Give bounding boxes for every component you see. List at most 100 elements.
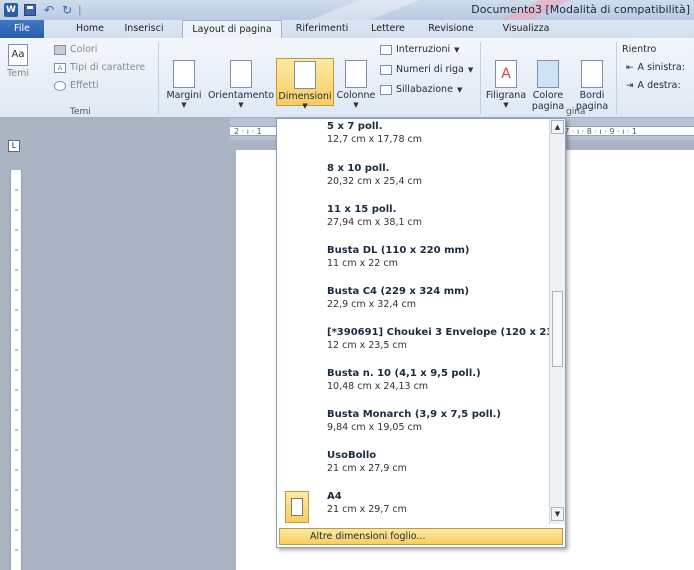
bordi-pagina-button[interactable]: Bordi pagina (574, 60, 610, 112)
indent-left-icon: ⇤ (626, 62, 634, 73)
breaks-icon (380, 44, 392, 55)
page-size-dimensions: 10,48 cm x 24,13 cm (327, 381, 429, 392)
page-size-item[interactable]: [*390691] Choukei 3 Envelope (120 x 235 … (277, 323, 549, 364)
page-size-item[interactable]: Busta C4 (229 x 324 mm) 22,9 cm x 32,4 c… (277, 282, 549, 323)
colori-button[interactable]: Colori (54, 44, 97, 55)
page-size-dimensions: 27,94 cm x 38,1 cm (327, 217, 423, 228)
chevron-down-icon: ▼ (456, 85, 463, 94)
margini-button[interactable]: Margini ▼ (164, 60, 204, 109)
tab-inserisci[interactable]: Inserisci (118, 20, 170, 38)
tab-stop-selector[interactable]: L (8, 140, 20, 152)
undo-icon[interactable]: ↶ (44, 3, 54, 17)
orientation-icon (230, 60, 252, 88)
a-destra-label: A destra: (637, 80, 681, 91)
effetti-button[interactable]: Effetti (54, 80, 98, 91)
hyphenation-icon (380, 84, 392, 95)
chevron-down-icon: ▼ (302, 102, 308, 110)
page-size-item[interactable]: UsoBollo 21 cm x 27,9 cm (277, 446, 549, 487)
menu-scrollbar[interactable]: ▲ ▼ (549, 119, 565, 524)
page-size-item[interactable]: 8 x 10 poll. 20,32 cm x 25,4 cm (277, 159, 549, 200)
interruzioni-button[interactable]: Interruzioni ▼ (380, 44, 460, 55)
save-icon[interactable] (24, 4, 36, 16)
chevron-down-icon: ▼ (181, 101, 187, 109)
page-size-item[interactable]: 11 x 15 poll. 27,94 cm x 38,1 cm (277, 200, 549, 241)
vertical-ruler[interactable] (10, 170, 22, 570)
temi-button[interactable]: Aa Temi (4, 44, 32, 79)
page-size-icon (294, 61, 316, 89)
chevron-down-icon: ▼ (454, 45, 460, 54)
group-divider (616, 42, 617, 114)
page-size-dimensions: 12,7 cm x 17,78 cm (327, 134, 423, 145)
effetti-label: Effetti (70, 80, 99, 91)
indent-right-icon: ⇥ (626, 80, 634, 91)
tab-layout-di-pagina[interactable]: Layout di pagina (182, 20, 282, 39)
page-size-title: [*390691] Choukei 3 Envelope (120 x 235 … (327, 327, 549, 338)
sillabazione-label: Sillabazione (396, 84, 453, 95)
filigrana-label: Filigrana (485, 90, 527, 101)
themes-icon: Aa (8, 44, 28, 66)
chevron-down-icon: ▼ (503, 101, 509, 109)
rientro-sinistra[interactable]: ⇤ A sinistra: (626, 62, 685, 73)
scroll-down-icon[interactable]: ▼ (551, 507, 564, 521)
page-size-item[interactable]: Busta Monarch (3,9 x 7,5 poll.) 9,84 cm … (277, 405, 549, 446)
page-size-dimensions: 20,32 cm x 25,4 cm (327, 176, 423, 187)
group-divider (158, 42, 159, 114)
watermark-icon: A (495, 60, 517, 88)
ribbon: Aa Temi Colori A Tipi di carattere Effet… (0, 38, 694, 118)
chevron-down-icon: ▼ (238, 101, 244, 109)
tipi-carattere-button[interactable]: A Tipi di carattere (54, 62, 145, 73)
page-size-item-selected[interactable]: A4 21 cm x 29,7 cm (277, 487, 549, 524)
scroll-up-icon[interactable]: ▲ (551, 120, 564, 134)
page-size-item[interactable]: Busta DL (110 x 220 mm) 11 cm x 22 cm (277, 241, 549, 282)
page-size-dimensions: 21 cm x 27,9 cm (327, 463, 407, 474)
window-title: Documento3 [Modalità di compatibilità] (471, 3, 690, 16)
page-size-item[interactable]: 5 x 7 poll. 12,7 cm x 17,78 cm (277, 119, 549, 159)
altre-dimensioni-button[interactable]: Altre dimensioni foglio... (279, 528, 563, 545)
margins-icon (173, 60, 195, 88)
tab-revisione[interactable]: Revisione (420, 20, 482, 38)
sfondo-group-label: gina (566, 107, 586, 117)
colore-pagina-label: pagina (531, 101, 565, 112)
orientamento-button[interactable]: Orientamento ▼ (206, 60, 276, 109)
vertical-ruler-marks (15, 189, 18, 551)
colonne-button[interactable]: Colonne ▼ (334, 60, 378, 109)
chevron-down-icon: ▼ (467, 65, 474, 74)
margini-label: Margini (166, 90, 202, 101)
colore-pagina-button[interactable]: Colore pagina (530, 60, 566, 112)
page-size-dimensions: 11 cm x 22 cm (327, 258, 398, 269)
sillabazione-button[interactable]: Sillabazione ▼ (380, 84, 462, 95)
colonne-label: Colonne (336, 90, 376, 101)
numeri-riga-label: Numeri di riga (396, 64, 464, 75)
chevron-down-icon: ▼ (353, 101, 359, 109)
tab-visualizza[interactable]: Visualizza (496, 20, 556, 38)
temi-label: Temi (7, 68, 29, 79)
ribbon-tabs: File Home Inserisci Layout di pagina Rif… (0, 20, 694, 39)
page-size-dropdown: 5 x 7 poll. 12,7 cm x 17,78 cm 8 x 10 po… (276, 118, 566, 548)
tab-riferimenti[interactable]: Riferimenti (290, 20, 354, 38)
page-size-list: 5 x 7 poll. 12,7 cm x 17,78 cm 8 x 10 po… (277, 119, 549, 524)
interruzioni-label: Interruzioni (396, 44, 451, 55)
page-size-title: 11 x 15 poll. (327, 204, 397, 215)
rientro-label: Rientro (622, 44, 656, 55)
dimensioni-button[interactable]: Dimensioni ▼ (276, 58, 334, 110)
word-icon[interactable]: W (4, 3, 18, 17)
tab-file[interactable]: File (0, 20, 44, 38)
tipi-carattere-label: Tipi di carattere (70, 62, 146, 73)
bordi-label: Bordi (579, 90, 605, 101)
page-size-title: 5 x 7 poll. (327, 121, 383, 132)
dimensioni-label: Dimensioni (278, 91, 332, 102)
page-size-dimensions: 22,9 cm x 32,4 cm (327, 299, 416, 310)
numeri-riga-button[interactable]: Numeri di riga ▼ (380, 64, 473, 75)
fonts-icon: A (54, 62, 66, 73)
page-size-item[interactable]: Busta n. 10 (4,1 x 9,5 poll.) 10,48 cm x… (277, 364, 549, 405)
ruler-right-marks: 7 · ı · 8 · ı · 9 · ı · 1 (564, 127, 638, 136)
filigrana-button[interactable]: A Filigrana ▼ (484, 60, 528, 109)
tab-home[interactable]: Home (70, 20, 110, 38)
title-bar: W ↶ ↻ | Documento3 [Modalità di compatib… (0, 0, 694, 20)
tab-lettere[interactable]: Lettere (366, 20, 410, 38)
redo-icon[interactable]: ↻ (62, 3, 72, 17)
scroll-thumb[interactable] (552, 291, 563, 367)
page-borders-icon (581, 60, 603, 88)
colors-icon (54, 44, 66, 55)
rientro-destra[interactable]: ⇥ A destra: (626, 80, 681, 91)
